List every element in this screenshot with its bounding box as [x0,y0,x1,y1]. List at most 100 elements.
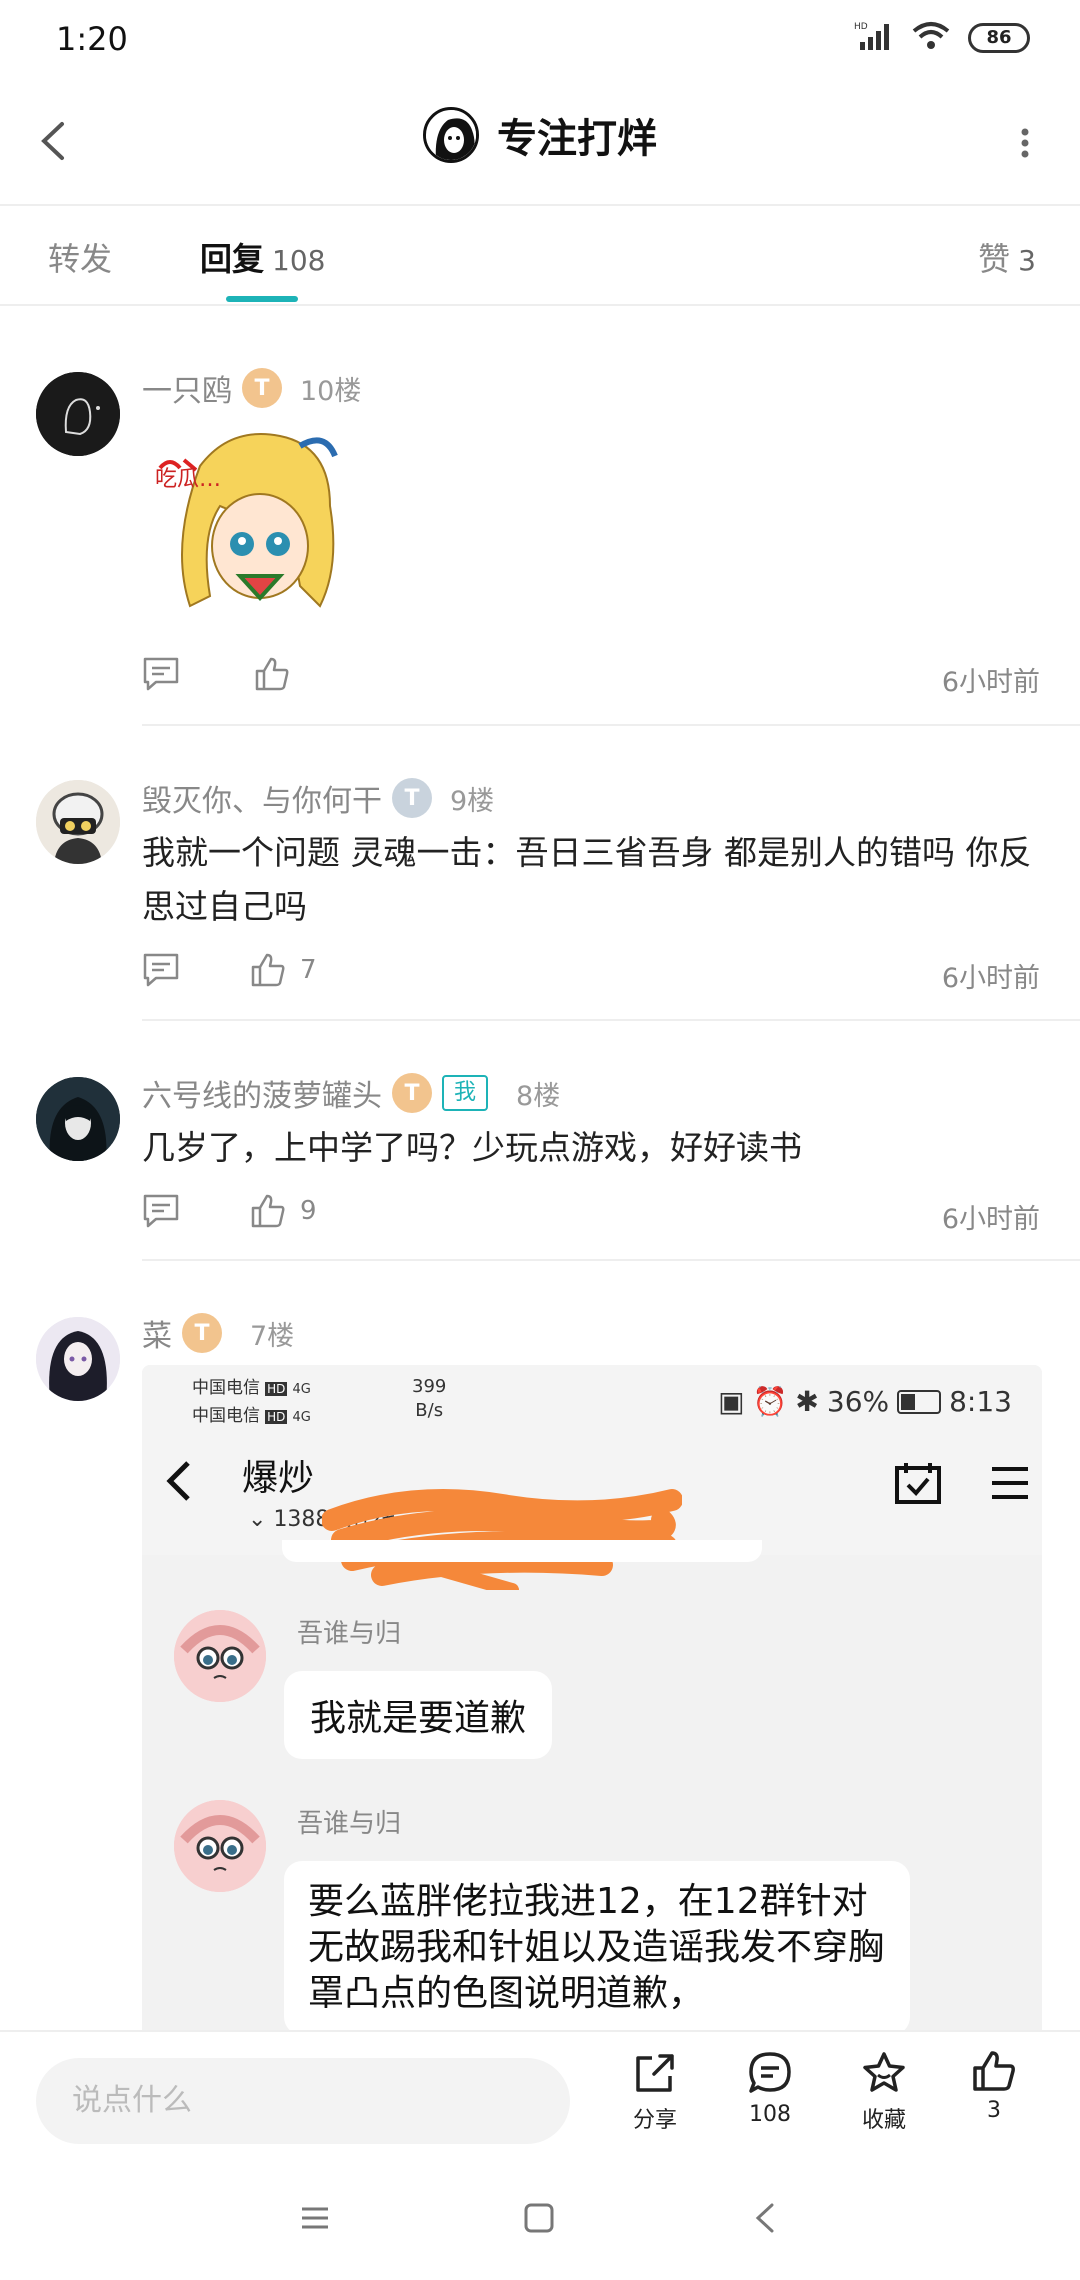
status-time: 1:20 [56,20,128,58]
embedded-back-icon [164,1459,194,1507]
thumbs-up-icon [251,953,285,987]
like-post-button[interactable]: 3 [944,2050,1044,2123]
svg-text:HD: HD [854,22,868,32]
signal-icon: HD [854,20,894,56]
reply-content: 几岁了，上中学了吗？少玩点游戏，好好读书 [142,1128,802,1167]
home-nav-button[interactable] [522,2201,556,2239]
embedded-status-bar: 中国电信 HD 4G 中国电信 HD 4G 399 B/s ▣ ⏰ ✱ 36% … [142,1365,1042,1435]
reply-meta: 一只鸥 T 10楼 [142,366,361,410]
alarm-icon: ⏰ [752,1385,788,1418]
app-header: 专注打烊 [0,78,1080,206]
more-vertical-icon [1021,128,1029,158]
like-button[interactable] [254,654,304,694]
share-button[interactable]: 分享 [605,2050,705,2134]
comment-icon [143,1194,179,1228]
embedded-net-2: 4G [292,1410,311,1425]
embedded-status-right: ▣ ⏰ ✱ 36% 8:13 [718,1385,1012,1418]
author-avatar[interactable] [423,107,479,163]
embedded-sender-name: 吾谁与归 [297,1619,402,1649]
embedded-carrier-1: 中国电信 [192,1378,260,1398]
more-button[interactable] [1010,118,1040,168]
like-count: 7 [300,955,317,985]
embedded-group-name: 爆炒 [242,1458,315,1499]
status-icons: HD 86 [854,18,1030,58]
reply-item: 一只鸥 T 10楼 吃瓜… 6小时前 [0,316,1080,726]
user-avatar[interactable] [36,372,120,456]
username[interactable]: 毁灭你、与你何干 [142,776,382,820]
like-button[interactable]: 9 [250,1191,317,1231]
home-square-icon [524,2203,554,2233]
username[interactable]: 六号线的菠萝罐头 [142,1071,382,1115]
comment-button[interactable] [142,654,180,694]
level-badge: T [242,368,282,408]
reply-meta: 六号线的菠萝罐头 T 我 8楼 [142,1071,560,1115]
thumbs-up-icon [251,1194,285,1228]
tab-forward[interactable]: 转发 [48,234,112,280]
embedded-message-bubble: 要么蓝胖佬拉我进12，在12群针对无故踢我和针姐以及造谣我发不穿胸罩凸点的色图说… [284,1861,910,2035]
like-post-count: 3 [987,2098,1001,2123]
reply-item: 菜 T 7楼 [0,1261,1080,1401]
embedded-carrier: 中国电信 HD 4G 中国电信 HD 4G [192,1375,311,1431]
level-badge: T [392,1073,432,1113]
reply-time: 6小时前 [941,1204,1040,1235]
embedded-message-bubble: 我就是要道歉 [284,1671,553,1759]
share-label: 分享 [632,2108,677,2133]
reply-item: 六号线的菠萝罐头 T 我 8楼 几岁了，上中学了吗？少玩点游戏，好好读书 9 6… [0,1021,1080,1261]
sticker-image[interactable]: 吃瓜… [150,426,360,626]
back-triangle-icon [755,2203,774,2233]
user-avatar[interactable] [36,1317,120,1401]
embedded-battery: 36% [826,1385,890,1418]
embedded-sender-name: 吾谁与归 [297,1809,402,1839]
thumbs-up-icon [973,2051,1015,2091]
embedded-time: 8:13 [949,1385,1012,1418]
comments-button[interactable]: 108 [720,2050,820,2127]
comments-count: 108 [749,2102,791,2127]
reply-content: 我就一个问题 灵魂一击：吾日三省吾身 都是别人的错吗 你反思过自己吗 [142,833,1032,926]
tab-reply[interactable]: 回复 108 [200,234,325,280]
tab-like[interactable]: 赞3 [978,234,1036,280]
embedded-battery-icon [897,1389,942,1414]
embedded-sender-avatar [174,1610,266,1702]
username[interactable]: 菜 [142,1311,172,1355]
embedded-calendar-icon [894,1461,942,1509]
reply-image[interactable]: 中国电信 HD 4G 中国电信 HD 4G 399 B/s ▣ ⏰ ✱ 36% … [142,1365,1042,2065]
page-title: 专注打烊 [497,116,657,162]
embedded-prev-bubble [282,1540,762,1562]
user-avatar[interactable] [36,1077,120,1161]
redaction-scribble [322,1489,682,1590]
star-icon [863,2052,905,2092]
like-count: 9 [300,1196,317,1226]
back-nav-button[interactable] [750,2201,780,2239]
comment-button[interactable] [142,950,180,990]
menu-icon [302,2207,328,2229]
reply-time: 6小时前 [941,667,1040,698]
thumbs-up-icon [255,657,289,691]
level-badge: T [182,1313,222,1353]
tab-like-count: 3 [1018,244,1036,277]
comment-button[interactable] [142,1191,180,1231]
embedded-sender-avatar [174,1800,266,1892]
embedded-menu-icon [988,1463,1032,1507]
user-avatar[interactable] [36,780,120,864]
header-title-group[interactable]: 专注打烊 [0,106,1080,164]
comment-icon [143,657,179,691]
level-badge: T [392,778,432,818]
reply-meta: 毁灭你、与你何干 T 9楼 [142,776,494,820]
reply-meta: 菜 T 7楼 [142,1311,294,1355]
comment-input[interactable]: 说点什么 [36,2058,570,2144]
tab-reply-label: 回复 [200,240,265,278]
username[interactable]: 一只鸥 [142,366,232,410]
embedded-hd-2: HD [265,1410,288,1424]
floor-number: 8楼 [516,1080,561,1112]
reply-time: 6小时前 [941,963,1040,994]
share-icon [636,2054,674,2092]
embedded-carrier-2: 中国电信 [192,1406,260,1426]
comment-bubble-icon [749,2052,791,2093]
embedded-speed-unit: B/s [415,1400,444,1421]
menu-nav-button[interactable] [298,2203,332,2237]
embedded-speed-value: 399 [412,1376,447,1397]
favorite-button[interactable]: 收藏 [834,2050,934,2134]
like-button[interactable]: 7 [250,950,317,990]
embedded-speed: 399 B/s [412,1375,446,1423]
favorite-label: 收藏 [861,2108,906,2133]
